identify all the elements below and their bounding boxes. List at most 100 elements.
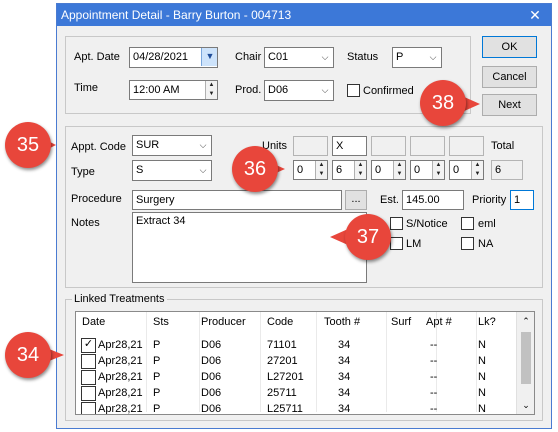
appt-code-label: Appt. Code <box>71 141 127 153</box>
cancel-button[interactable]: Cancel <box>482 66 537 88</box>
apt-date-value: 04/28/2021 <box>133 51 189 63</box>
row-tooth: 34 <box>338 387 351 399</box>
row-date: Apr28,21 <box>98 403 143 415</box>
chair-select[interactable]: C01 ⌵ <box>264 47 334 68</box>
col-tooth[interactable]: Tooth # <box>324 312 360 332</box>
table-row[interactable]: Apr28,21 P D06 25711 34 -- N <box>76 386 516 401</box>
na-checkbox[interactable] <box>461 237 474 250</box>
est-label: Est. <box>380 194 399 206</box>
calendar-dropdown-icon[interactable]: ▼ <box>201 48 217 66</box>
col-apt[interactable]: Apt # <box>426 312 452 332</box>
table-row[interactable]: ✓ Apr28,21 P D06 71101 34 -- N <box>76 338 516 353</box>
spin-up-icon[interactable]: ▲ <box>206 81 217 90</box>
scroll-up-icon[interactable]: ⌃ <box>517 314 534 328</box>
procedure-label: Procedure <box>71 193 122 205</box>
apt-date-label: Apt. Date <box>74 51 120 63</box>
chevron-down-icon: ⌵ <box>199 140 207 150</box>
ok-button[interactable]: OK <box>482 36 537 58</box>
status-value: P <box>396 51 404 63</box>
eml-checkbox[interactable] <box>461 217 474 230</box>
prod-select[interactable]: D06 ⌵ <box>264 80 334 101</box>
col-code[interactable]: Code <box>267 312 293 332</box>
row-apt: -- <box>430 339 438 351</box>
type-select[interactable]: S ⌵ <box>132 160 212 181</box>
row-checkbox[interactable] <box>81 402 96 414</box>
unit-header-1 <box>293 136 328 156</box>
col-producer[interactable]: Producer <box>201 312 246 332</box>
row-checkbox[interactable] <box>81 354 96 369</box>
procedure-lookup-button[interactable]: ... <box>345 190 367 210</box>
total-field: 6 <box>491 160 523 180</box>
unit-value-3: 0 <box>375 164 382 176</box>
unit-value-5: 0 <box>453 164 460 176</box>
unit-spinner-4[interactable]: 0 ▲ ▼ <box>410 160 445 180</box>
row-lk: N <box>478 387 486 399</box>
next-button[interactable]: Next <box>482 94 537 116</box>
time-spinner[interactable]: ▲ ▼ <box>205 81 217 99</box>
col-surf[interactable]: Surf <box>391 312 411 332</box>
unit-header-4 <box>410 136 445 156</box>
lm-checkbox[interactable] <box>390 237 403 250</box>
row-checkbox[interactable] <box>81 386 96 401</box>
time-field[interactable]: 12:00 AM ▲ ▼ <box>129 80 218 100</box>
row-code: L27201 <box>267 371 304 383</box>
notes-textarea[interactable]: Extract 34 <box>132 212 367 283</box>
appt-code-select[interactable]: SUR ⌵ <box>132 135 212 156</box>
row-code: 27201 <box>267 355 298 367</box>
row-apt: -- <box>430 371 438 383</box>
confirmed-checkbox[interactable] <box>347 84 360 97</box>
col-date[interactable]: Date <box>82 312 105 332</box>
row-checkbox[interactable] <box>81 370 96 385</box>
unit-spinner-2[interactable]: 6 ▲ ▼ <box>332 160 367 180</box>
callout-38: 38 <box>420 80 466 126</box>
row-lk: N <box>478 403 486 415</box>
row-tooth: 34 <box>338 355 351 367</box>
row-sts: P <box>153 387 161 399</box>
priority-field[interactable]: 1 <box>510 190 534 210</box>
table-row[interactable]: Apr28,21 P D06 L25711 34 -- N <box>76 402 516 415</box>
close-button[interactable]: ✕ <box>519 4 551 26</box>
row-date: Apr28,21 <box>98 371 143 383</box>
scroll-thumb[interactable] <box>521 332 531 384</box>
notes-value: Extract 34 <box>136 215 186 227</box>
type-label: Type <box>71 166 95 178</box>
unit-spinner-1[interactable]: 0 ▲ ▼ <box>293 160 328 180</box>
row-tooth: 34 <box>338 371 351 383</box>
est-field[interactable]: 145.00 <box>402 190 464 210</box>
row-producer: D06 <box>201 387 222 399</box>
row-producer: D06 <box>201 355 222 367</box>
priority-label: Priority <box>472 194 507 206</box>
linked-treatments-title: Linked Treatments <box>72 292 167 306</box>
unit-value-4: 0 <box>414 164 421 176</box>
window-title: Appointment Detail - Barry Burton - 0047… <box>57 4 551 26</box>
table-row[interactable]: Apr28,21 P D06 L27201 34 -- N <box>76 370 516 385</box>
row-sts: P <box>153 339 161 351</box>
col-lk[interactable]: Lk? <box>478 312 496 332</box>
unit-header-2: X <box>332 136 367 156</box>
procedure-field[interactable]: Surgery <box>132 190 342 210</box>
spin-down-icon[interactable]: ▼ <box>206 90 217 99</box>
s-notice-checkbox[interactable] <box>390 217 403 230</box>
unit-value-2: 6 <box>336 164 343 176</box>
scroll-down-icon[interactable]: ⌄ <box>517 398 534 412</box>
row-producer: D06 <box>201 371 222 383</box>
apt-date-field[interactable]: 04/28/2021 ▼ <box>129 47 218 68</box>
unit-header-3 <box>371 136 406 156</box>
unit-spinner-3[interactable]: 0 ▲ ▼ <box>371 160 406 180</box>
row-code: 25711 <box>267 387 297 399</box>
table-scrollbar[interactable]: ⌃ ⌄ <box>516 312 534 414</box>
table-row[interactable]: Apr28,21 P D06 27201 34 -- N <box>76 354 516 369</box>
row-lk: N <box>478 339 486 351</box>
row-apt: -- <box>430 403 438 415</box>
confirmed-label: Confirmed <box>363 85 414 97</box>
type-value: S <box>136 164 144 176</box>
linked-treatments-table[interactable]: Date Sts Producer Code Tooth # Surf Apt … <box>75 311 535 415</box>
chair-value: C01 <box>268 51 289 63</box>
unit-spinner-5[interactable]: 0 ▲ ▼ <box>449 160 484 180</box>
time-value: 12:00 AM <box>133 84 180 96</box>
col-sts[interactable]: Sts <box>153 312 169 332</box>
prod-value: D06 <box>268 84 289 96</box>
row-producer: D06 <box>201 403 222 415</box>
row-checkbox[interactable]: ✓ <box>81 338 96 353</box>
status-select[interactable]: P ⌵ <box>392 47 442 68</box>
